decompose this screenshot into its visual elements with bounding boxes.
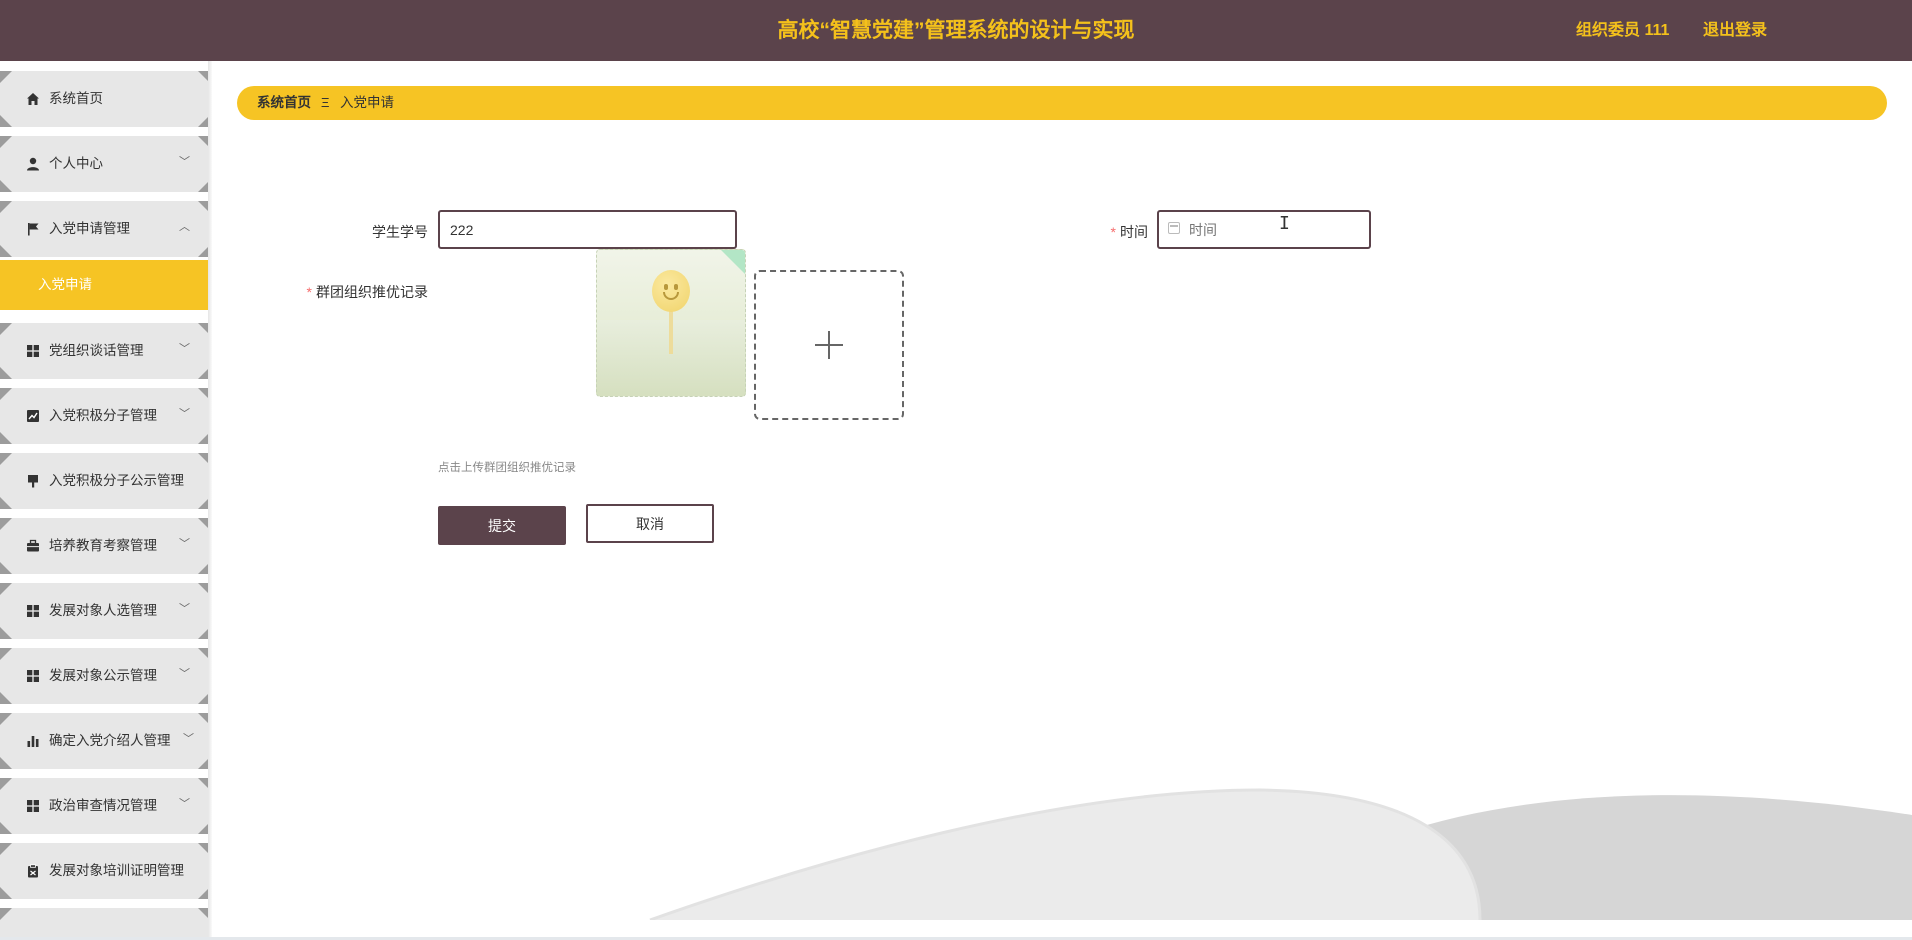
record-label: * 群团组织推优记录 bbox=[306, 284, 428, 300]
upload-success-badge bbox=[721, 250, 745, 274]
breadcrumb: 系统首页 Ξ 入党申请 bbox=[237, 86, 1887, 120]
sidebar-item-personal-center[interactable]: 个人中心 ﹀ bbox=[0, 136, 210, 192]
current-user: 组织委员 111 bbox=[1576, 22, 1670, 39]
breadcrumb-current: 入党申请 bbox=[340, 95, 394, 110]
grid-icon bbox=[26, 604, 40, 618]
sidebar-item-talk-management[interactable]: 党组织谈话管理 ﹀ bbox=[0, 323, 210, 379]
chevron-down-icon: ﹀ bbox=[179, 668, 190, 680]
sidebar: 系统首页 个人中心 ﹀ 入党申请管理 ︿ 入党申请 党组织谈话管理 ﹀ 入党积极 bbox=[0, 61, 210, 940]
sidebar-item-candidate-publicity[interactable]: 发展对象公示管理 ﹀ bbox=[0, 648, 210, 704]
sidebar-item-next[interactable] bbox=[0, 908, 210, 940]
flag-icon bbox=[26, 222, 40, 236]
upload-tip: 点击上传群团组织推优记录 bbox=[438, 462, 576, 474]
chevron-down-icon: ﹀ bbox=[179, 343, 190, 355]
grid-icon bbox=[26, 669, 40, 683]
plus-icon bbox=[815, 331, 843, 359]
cancel-button[interactable]: 取消 bbox=[586, 504, 714, 543]
sidebar-item-label: 发展对象公示管理 bbox=[49, 668, 157, 683]
chevron-down-icon: ﹀ bbox=[179, 156, 190, 168]
uploaded-image-thumbnail[interactable] bbox=[596, 249, 746, 397]
top-header: 高校“智慧党建”管理系统的设计与实现 组织委员 111 退出登录 bbox=[0, 0, 1912, 61]
chevron-down-icon: ﹀ bbox=[179, 798, 190, 810]
sidebar-item-label: 确定入党介绍人管理 bbox=[49, 733, 171, 748]
sidebar-item-label: 个人中心 bbox=[49, 156, 103, 171]
user-icon bbox=[26, 157, 40, 171]
sidebar-item-training-certificate[interactable]: 发展对象培训证明管理 bbox=[0, 843, 210, 899]
time-date-picker[interactable] bbox=[1157, 210, 1371, 249]
chevron-down-icon: ﹀ bbox=[179, 538, 190, 550]
breadcrumb-home[interactable]: 系统首页 bbox=[257, 86, 311, 120]
sidebar-item-political-review[interactable]: 政治审查情况管理 ﹀ bbox=[0, 778, 210, 834]
sidebar-item-candidate-management[interactable]: 发展对象人选管理 ﹀ bbox=[0, 583, 210, 639]
grid-icon bbox=[26, 344, 40, 358]
image-upload-button[interactable] bbox=[754, 270, 904, 420]
decorative-hills bbox=[649, 788, 1912, 920]
sidebar-divider bbox=[208, 61, 212, 940]
brush-icon bbox=[26, 474, 40, 488]
bar-chart-icon bbox=[26, 734, 40, 748]
sidebar-item-activist-publicity[interactable]: 入党积极分子公示管理 bbox=[0, 453, 210, 509]
sidebar-item-label: 培养教育考察管理 bbox=[49, 538, 157, 553]
briefcase-icon bbox=[26, 539, 40, 553]
grid-icon bbox=[26, 799, 40, 813]
sidebar-item-label: 入党申请管理 bbox=[49, 221, 130, 236]
sidebar-subitem-application[interactable]: 入党申请 bbox=[0, 260, 208, 310]
logout-link[interactable]: 退出登录 bbox=[1703, 0, 1767, 61]
chevron-down-icon: ﹀ bbox=[179, 408, 190, 420]
chevron-up-icon: ︿ bbox=[179, 221, 190, 233]
sidebar-subitem-label: 入党申请 bbox=[38, 277, 92, 292]
submit-button[interactable]: 提交 bbox=[438, 506, 566, 545]
breadcrumb-separator: Ξ bbox=[321, 95, 330, 110]
chevron-down-icon: ﹀ bbox=[179, 603, 190, 615]
smiley-icon bbox=[652, 270, 690, 312]
sidebar-item-label: 入党积极分子公示管理 bbox=[49, 473, 184, 488]
home-icon bbox=[26, 92, 40, 106]
sidebar-item-training-management[interactable]: 培养教育考察管理 ﹀ bbox=[0, 518, 210, 574]
sidebar-item-label: 发展对象培训证明管理 bbox=[49, 863, 184, 878]
sidebar-item-home[interactable]: 系统首页 bbox=[0, 71, 210, 127]
chevron-down-icon: ﹀ bbox=[183, 733, 194, 745]
sidebar-item-label: 党组织谈话管理 bbox=[49, 343, 144, 358]
student-id-label: 学生学号 bbox=[372, 224, 428, 240]
sidebar-item-label: 系统首页 bbox=[49, 91, 103, 106]
time-label: * 时间 bbox=[1110, 224, 1148, 240]
sidebar-item-label: 政治审查情况管理 bbox=[49, 798, 157, 813]
calendar-icon bbox=[1168, 222, 1180, 234]
student-id-input[interactable] bbox=[438, 210, 737, 249]
required-mark: * bbox=[1110, 224, 1116, 240]
required-mark: * bbox=[306, 284, 312, 300]
sidebar-item-application-management[interactable]: 入党申请管理 ︿ bbox=[0, 201, 210, 257]
chart-line-icon bbox=[26, 409, 40, 423]
text-cursor-icon: I bbox=[1279, 213, 1290, 234]
sidebar-item-label: 入党积极分子管理 bbox=[49, 408, 157, 423]
sidebar-item-activist-management[interactable]: 入党积极分子管理 ﹀ bbox=[0, 388, 210, 444]
sidebar-item-label: 发展对象人选管理 bbox=[49, 603, 157, 618]
clipboard-icon bbox=[26, 864, 40, 878]
sidebar-item-introducer-management[interactable]: 确定入党介绍人管理 ﹀ bbox=[0, 713, 210, 769]
